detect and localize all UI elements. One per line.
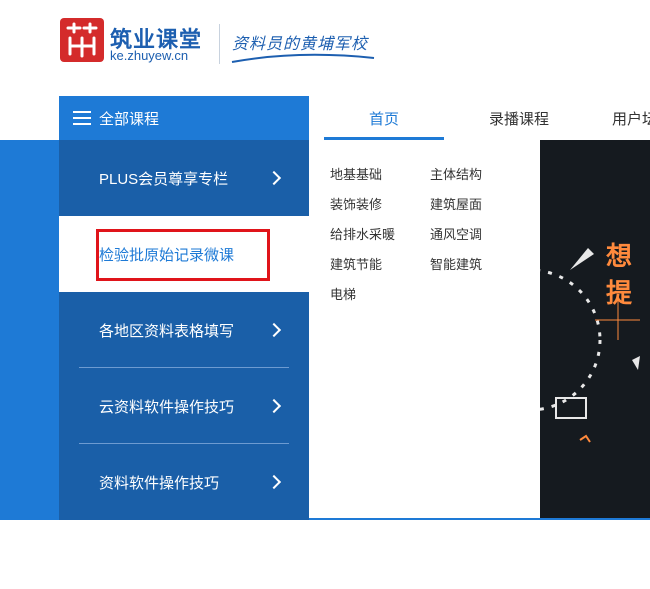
submenu-link[interactable]: 建筑屋面 <box>430 194 482 213</box>
chevron-right-icon <box>266 170 282 186</box>
banner-art <box>540 248 640 443</box>
chevron-right-icon <box>266 398 282 414</box>
sidebar-item-label: 云资料软件操作技巧 <box>99 398 235 416</box>
hamburger-menu-icon <box>73 111 91 125</box>
submenu-link[interactable]: 地基基础 <box>330 164 382 183</box>
sidebar-item-label: 资料软件操作技巧 <box>99 474 220 492</box>
submenu-link[interactable]: 通风空调 <box>430 224 482 243</box>
all-courses-label: 全部课程 <box>99 110 160 128</box>
sidebar-item-cloud-software-tips[interactable]: 云资料软件操作技巧 <box>59 368 309 444</box>
logo-url[interactable]: ke.zhuyew.cn <box>110 48 188 63</box>
sidebar-item-regional-forms[interactable]: 各地区资料表格填写 <box>59 292 309 368</box>
sidebar-item-software-tips[interactable]: 资料软件操作技巧 <box>59 444 309 520</box>
bamboo-logo-icon <box>66 22 98 58</box>
sidebar-item-label: 各地区资料表格填写 <box>99 322 235 340</box>
chevron-right-icon <box>266 474 282 490</box>
course-category-sidebar: PLUS会员尊享专栏 检验批原始记录微课 各地区资料表格填写 云资料软件操作技巧… <box>59 140 309 520</box>
submenu-panel: 地基基础 主体结构 装饰装修 建筑屋面 给排水采暖 通风空调 建筑节能 智能建筑… <box>309 140 540 518</box>
submenu-link[interactable]: 主体结构 <box>430 164 482 183</box>
swoosh-decoration <box>231 53 375 63</box>
sidebar-item-label: PLUS会员尊享专栏 <box>99 170 229 188</box>
annotation-highlight-box <box>96 229 270 281</box>
sidebar-item-plus-members[interactable]: PLUS会员尊享专栏 <box>59 140 309 216</box>
submenu-link[interactable]: 智能建筑 <box>430 254 482 273</box>
logo-divider <box>219 24 220 64</box>
submenu-link[interactable]: 给排水采暖 <box>330 224 395 243</box>
all-courses-button[interactable]: 全部课程 <box>59 96 309 140</box>
submenu-link[interactable]: 建筑节能 <box>330 254 382 273</box>
tab-user[interactable]: 用户坛 <box>594 96 650 140</box>
banner-headline: 想提 <box>606 241 633 308</box>
submenu-link[interactable]: 电梯 <box>330 284 356 303</box>
tab-recorded-courses[interactable]: 录播课程 <box>459 96 579 140</box>
chevron-right-icon <box>266 322 282 338</box>
submenu-link[interactable]: 装饰装修 <box>330 194 382 213</box>
promo-banner[interactable]: 想提 <box>540 140 650 518</box>
tab-home[interactable]: 首页 <box>324 96 444 140</box>
logo-mark[interactable] <box>60 18 104 62</box>
